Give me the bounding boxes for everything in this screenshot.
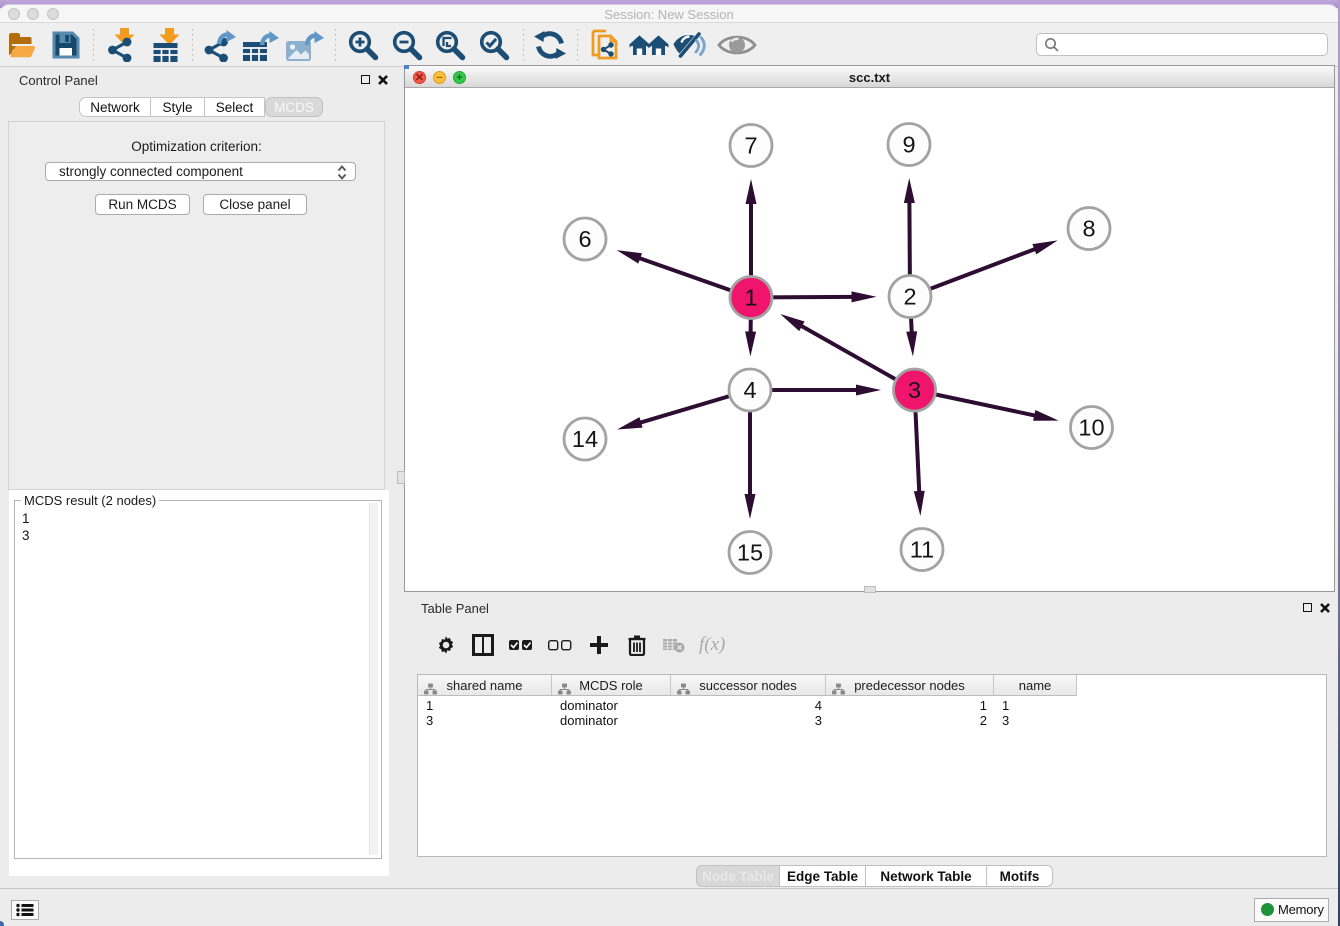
svg-text:15: 15 — [737, 540, 763, 566]
svg-text:11: 11 — [910, 537, 934, 563]
svg-text:7: 7 — [744, 133, 757, 159]
svg-text:4: 4 — [743, 377, 756, 403]
svg-text:6: 6 — [578, 226, 591, 252]
svg-text:3: 3 — [908, 377, 921, 403]
svg-text:9: 9 — [902, 132, 915, 158]
svg-text:1: 1 — [744, 285, 757, 311]
svg-text:2: 2 — [903, 284, 916, 310]
svg-text:10: 10 — [1078, 415, 1104, 441]
svg-text:14: 14 — [572, 426, 598, 452]
svg-text:8: 8 — [1082, 216, 1095, 242]
